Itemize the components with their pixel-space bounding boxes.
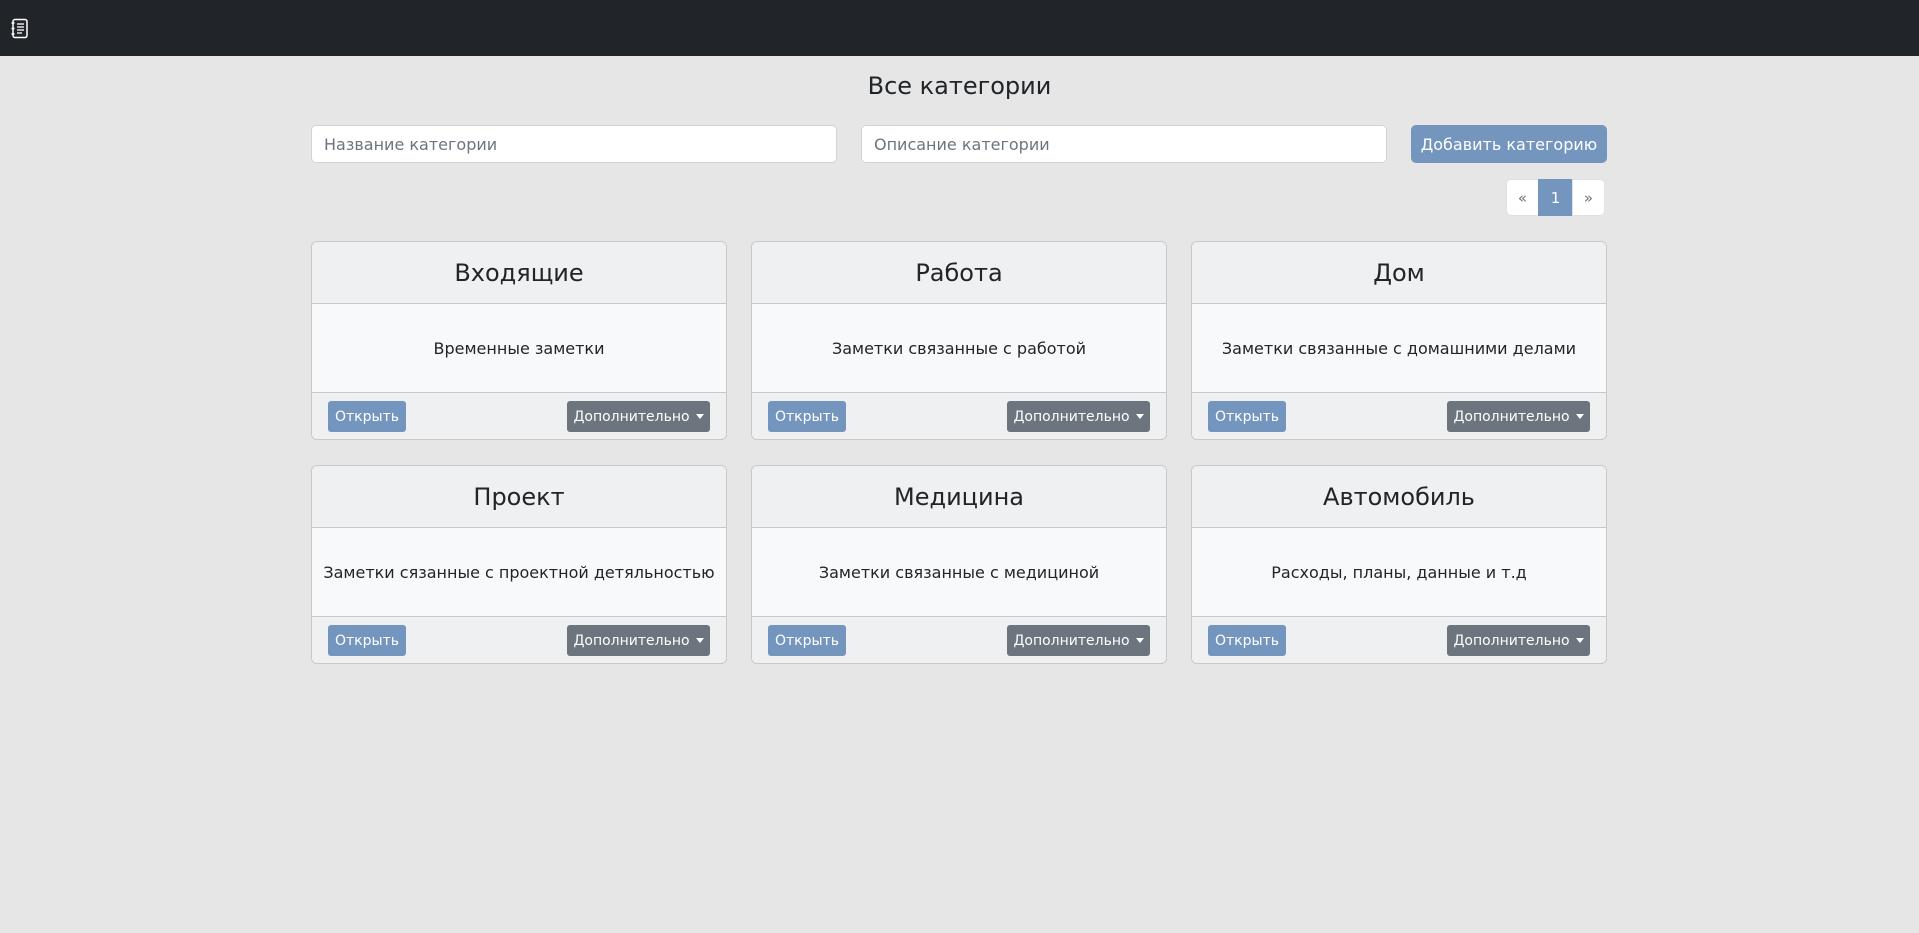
card-footer: Открыть Дополнительно [312,392,726,439]
card-description: Заметки связанные с домашними делами [1221,339,1577,358]
notebook-icon[interactable] [10,18,30,39]
more-dropdown-button[interactable]: Дополнительно [567,401,710,432]
card-footer: Открыть Дополнительно [312,616,726,663]
open-button[interactable]: Открыть [768,401,846,432]
card-footer: Открыть Дополнительно [752,616,1166,663]
more-dropdown-button[interactable]: Дополнительно [1447,625,1590,656]
more-dropdown-button[interactable]: Дополнительно [1447,401,1590,432]
category-card: Дом Заметки связанные с домашними делами… [1191,241,1607,440]
card-description: Расходы, планы, данные и т.д [1271,563,1527,582]
category-card: Автомобиль Расходы, планы, данные и т.д … [1191,465,1607,664]
card-title: Работа [752,242,1166,304]
card-title: Автомобиль [1192,466,1606,528]
caret-down-icon [1575,414,1584,419]
caret-down-icon [695,414,704,419]
more-button-label: Дополнительно [1453,632,1570,649]
open-button[interactable]: Открыть [1208,401,1286,432]
page-title: Все категории [867,72,1052,100]
card-description: Временные заметки [433,339,605,358]
card-title: Медицина [752,466,1166,528]
caret-down-icon [1575,638,1584,643]
open-button[interactable]: Открыть [1208,625,1286,656]
card-description: Заметки связанные с медициной [818,563,1100,582]
card-footer: Открыть Дополнительно [1192,392,1606,439]
card-description: Заметки сязанные с проектной детяльность… [323,563,715,582]
more-button-label: Дополнительно [1013,632,1130,649]
more-dropdown-button[interactable]: Дополнительно [567,625,710,656]
pagination-prev[interactable]: « [1506,179,1539,216]
category-description-input[interactable] [861,125,1387,163]
more-button-label: Дополнительно [573,632,690,649]
card-footer: Открыть Дополнительно [1192,616,1606,663]
pagination-page-1[interactable]: 1 [1538,179,1573,216]
open-button[interactable]: Открыть [328,625,406,656]
more-button-label: Дополнительно [1013,408,1130,425]
caret-down-icon [695,638,704,643]
category-card: Медицина Заметки связанные с медициной О… [751,465,1167,664]
open-button[interactable]: Открыть [328,401,406,432]
card-footer: Открыть Дополнительно [752,392,1166,439]
more-button-label: Дополнительно [573,408,690,425]
add-category-button[interactable]: Добавить категорию [1411,125,1607,163]
card-description: Заметки связанные с работой [831,339,1087,358]
pagination-next[interactable]: » [1572,179,1605,216]
category-name-input[interactable] [311,125,837,163]
category-card: Входящие Временные заметки Открыть Допол… [311,241,727,440]
more-dropdown-button[interactable]: Дополнительно [1007,401,1150,432]
pagination: « 1 » [1506,179,1605,216]
card-title: Проект [312,466,726,528]
caret-down-icon [1135,638,1144,643]
category-card: Проект Заметки сязанные с проектной детя… [311,465,727,664]
caret-down-icon [1135,414,1144,419]
card-title: Дом [1192,242,1606,304]
open-button[interactable]: Открыть [768,625,846,656]
category-card: Работа Заметки связанные с работой Откры… [751,241,1167,440]
card-title: Входящие [312,242,726,304]
more-button-label: Дополнительно [1453,408,1570,425]
top-navbar [0,0,1919,56]
more-dropdown-button[interactable]: Дополнительно [1007,625,1150,656]
